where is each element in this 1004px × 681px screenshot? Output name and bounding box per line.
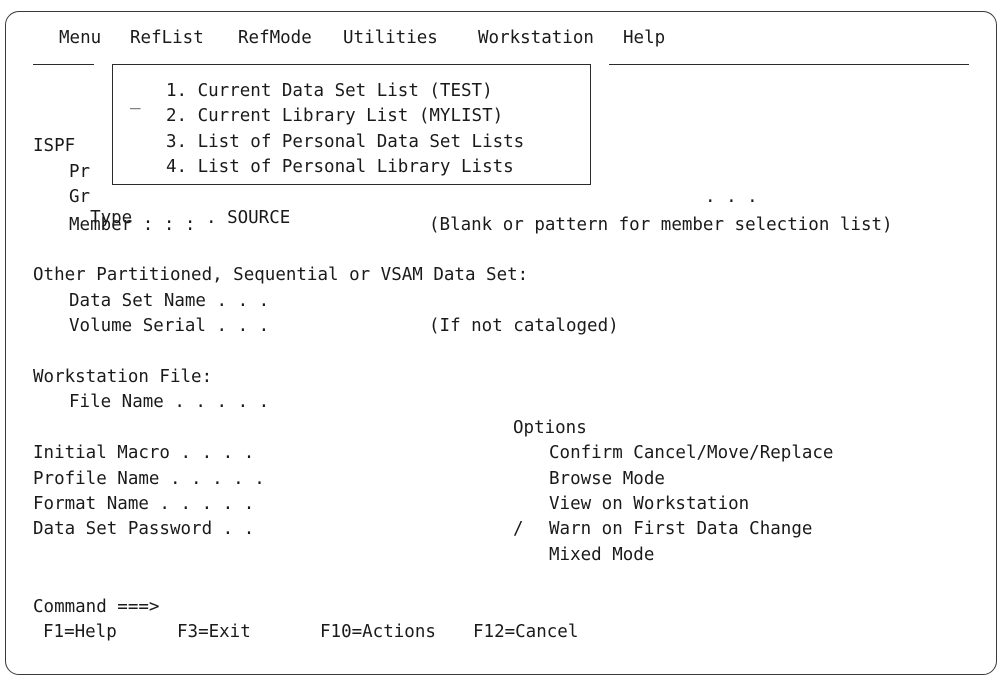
format-name-field[interactable]: Format Name . . . . . bbox=[33, 494, 254, 514]
menu-reflist[interactable]: RefList bbox=[130, 28, 204, 48]
menu-help[interactable]: Help bbox=[623, 28, 665, 48]
initial-macro-field[interactable]: Initial Macro . . . . bbox=[33, 443, 254, 463]
password-field[interactable]: Data Set Password . . bbox=[33, 519, 254, 539]
option-mixed-mode: Mixed Mode bbox=[549, 545, 655, 565]
option-warn-first-change: Warn on First Data Change bbox=[549, 519, 813, 539]
command-label: Command ===> bbox=[33, 597, 160, 617]
workstation-header: Workstation File: bbox=[33, 367, 213, 387]
fkey-f12-cancel[interactable]: F12=Cancel bbox=[473, 622, 578, 642]
profile-name-field[interactable]: Profile Name . . . . . bbox=[33, 469, 265, 489]
pulldown-cursor[interactable]: _ bbox=[130, 90, 141, 110]
member-field[interactable]: Member . . . bbox=[69, 215, 195, 235]
fkey-f10-actions[interactable]: F10=Actions bbox=[320, 622, 436, 642]
menu-menu[interactable]: Menu bbox=[59, 28, 101, 48]
menubar-separator-right bbox=[609, 64, 969, 65]
menu-refmode[interactable]: RefMode bbox=[238, 28, 312, 48]
options-header: Options bbox=[513, 418, 587, 438]
option-mark-warn[interactable]: / bbox=[513, 519, 524, 539]
fkey-f3-exit[interactable]: F3=Exit bbox=[177, 622, 251, 642]
pulldown-item-personal-dataset-lists[interactable]: 3. List of Personal Data Set Lists bbox=[166, 132, 524, 152]
group-dots: . . . bbox=[705, 187, 758, 207]
volume-serial-field[interactable]: Volume Serial . . . bbox=[69, 316, 269, 336]
fkey-f1-help[interactable]: F1=Help bbox=[43, 622, 117, 642]
pulldown-item-personal-library-lists[interactable]: 4. List of Personal Library Lists bbox=[166, 157, 514, 177]
pulldown-item-current-library-list[interactable]: 2. Current Library List (MYLIST) bbox=[166, 106, 503, 126]
member-hint: (Blank or pattern for member selection l… bbox=[429, 215, 893, 235]
ispf-library-header: ISPF bbox=[33, 136, 76, 156]
command-input[interactable] bbox=[173, 597, 953, 617]
other-dataset-header: Other Partitioned, Sequential or VSAM Da… bbox=[33, 265, 529, 285]
dataset-name-field[interactable]: Data Set Name . . . bbox=[69, 291, 269, 311]
option-browse-mode: Browse Mode bbox=[549, 469, 665, 489]
volume-hint: (If not cataloged) bbox=[429, 316, 619, 336]
menu-utilities[interactable]: Utilities bbox=[343, 28, 438, 48]
menubar-separator-left bbox=[33, 64, 94, 65]
menu-workstation[interactable]: Workstation bbox=[478, 28, 594, 48]
type-value[interactable]: SOURCE bbox=[227, 208, 290, 228]
option-view-on-workstation: View on Workstation bbox=[549, 494, 750, 514]
project-label-partial: Pr bbox=[69, 162, 91, 182]
pulldown-item-current-dataset-list[interactable]: 1. Current Data Set List (TEST) bbox=[166, 81, 493, 101]
workstation-file-field[interactable]: File Name . . . . . bbox=[69, 392, 269, 412]
option-confirm-cancel: Confirm Cancel/Move/Replace bbox=[549, 443, 834, 463]
